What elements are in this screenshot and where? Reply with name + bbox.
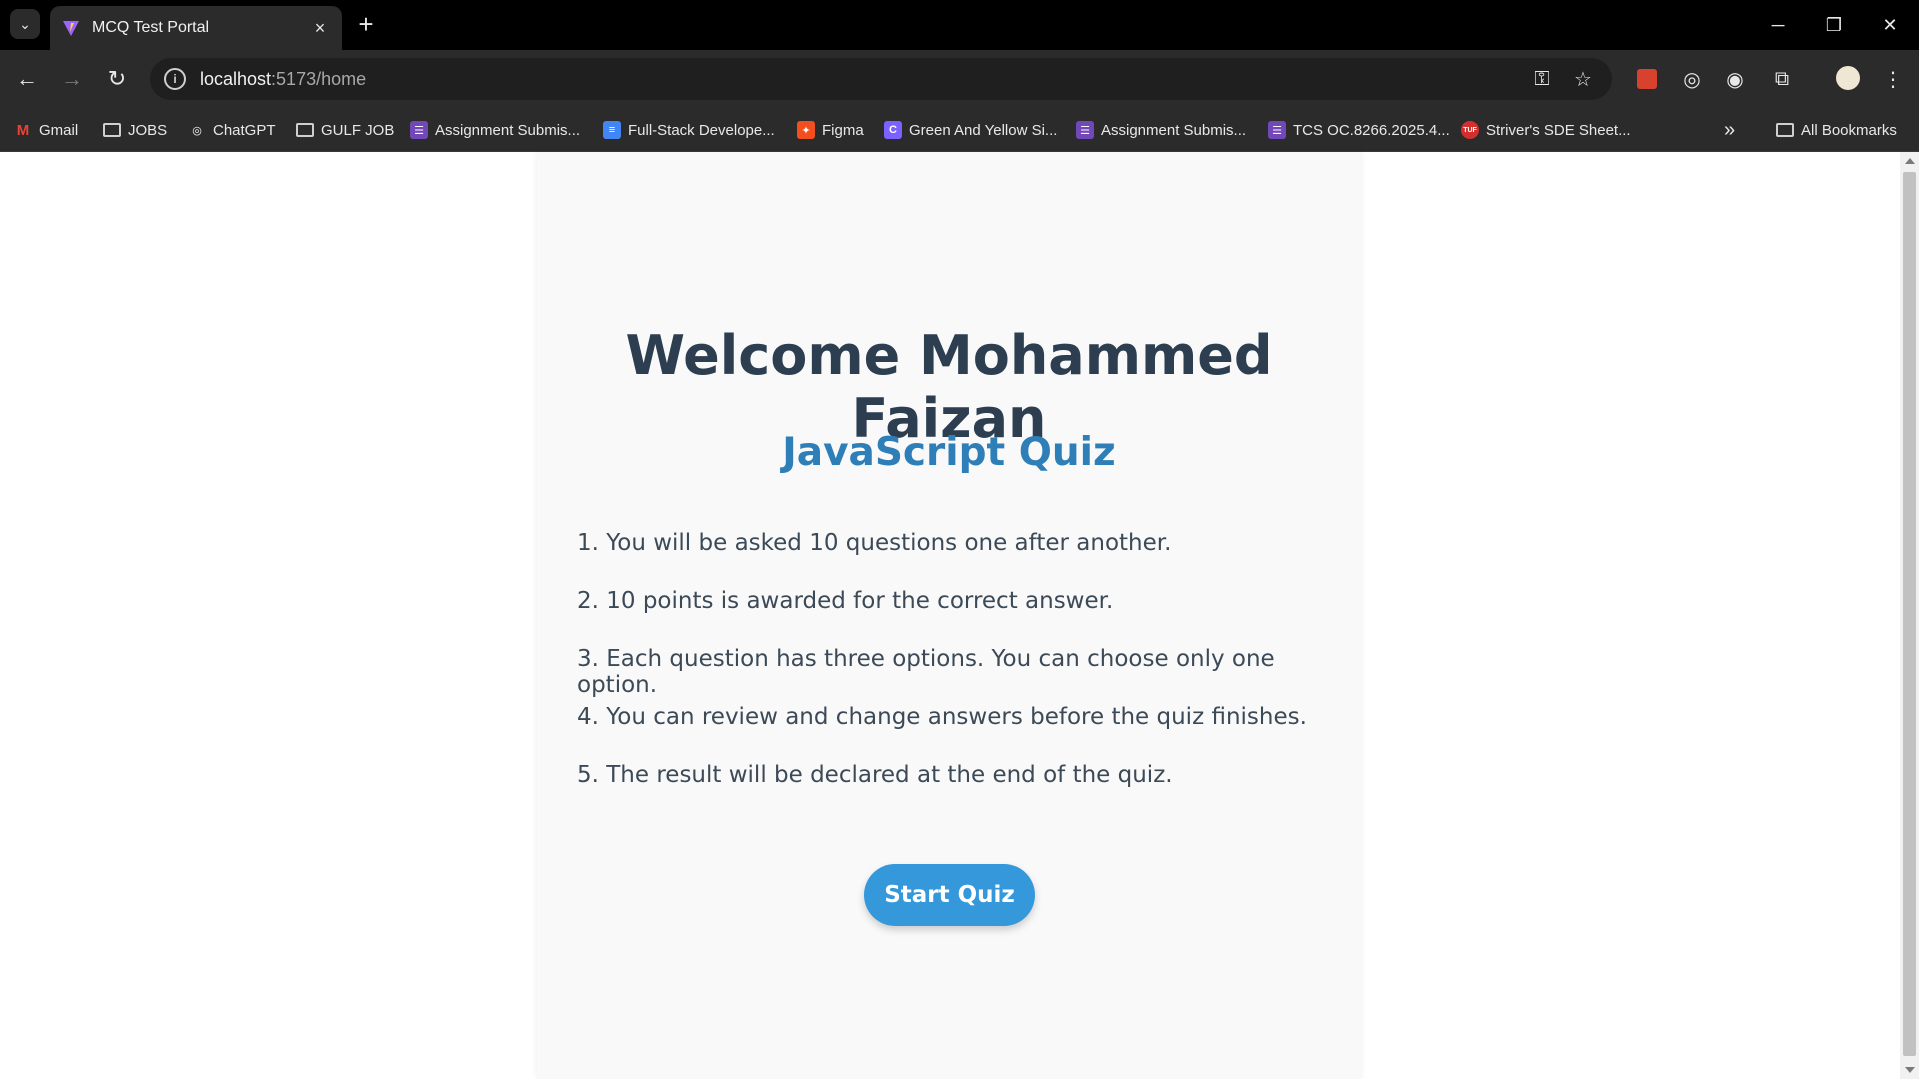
gmail-icon: M [16,121,30,139]
page-content: Welcome Mohammed Faizan JavaScript Quiz … [0,152,1900,1079]
toolbar: ← → ↻ i localhost:5173/home ⚿ ☆ ◎ ◉ ⧉ ⋮ [0,50,1919,108]
folder-icon [103,123,121,137]
bookmark-item[interactable]: M Gmail [14,118,78,142]
chatgpt-icon: ◎ [192,124,202,137]
active-tab[interactable]: MCQ Test Portal × [50,6,342,50]
url-path: :5173/home [271,68,367,89]
more-bookmarks-icon[interactable]: » [1724,118,1735,142]
reload-icon[interactable]: ↻ [100,62,134,96]
bookmark-label: Assignment Submis... [435,121,581,139]
bookmark-label: Figma [822,121,864,139]
forms-icon: ☰ [1076,121,1094,139]
folder-icon [1776,123,1794,137]
bookmark-item[interactable]: ☰ Assignment Submis... [1076,118,1246,142]
bookmark-item[interactable]: JOBS [103,118,167,142]
bookmark-label: JOBS [128,121,168,139]
extension-red-icon[interactable] [1630,62,1664,96]
extension-target-icon[interactable]: ◎ [1675,62,1709,96]
rule-item: 5. The result will be declared at the en… [577,762,1173,788]
vite-logo-icon [63,21,79,36]
tab-strip: ⌄ MCQ Test Portal × + ─ ❐ ✕ [0,0,1919,50]
bookmark-item[interactable]: GULF JOB [296,118,394,142]
bookmark-label: ChatGPT [213,121,276,139]
password-key-icon[interactable]: ⚿ [1527,64,1557,94]
bookmark-label: GULF JOB [321,121,395,139]
bookmark-item[interactable]: ✦ Figma [797,118,864,142]
start-quiz-button[interactable]: Start Quiz [864,864,1035,926]
bookmark-star-icon[interactable]: ☆ [1568,64,1598,94]
new-tab-button[interactable]: + [352,9,380,39]
bookmark-item[interactable]: ☰ Assignment Submis... [410,118,580,142]
menu-kebab-icon[interactable]: ⋮ [1876,62,1910,96]
rule-item: 3. Each question has three options. You … [577,646,1275,698]
bookmark-label: Assignment Submis... [1101,121,1247,139]
chevron-down-icon: ⌄ [19,15,31,32]
bookmark-item[interactable]: ≡ Full-Stack Develope... [603,118,775,142]
rule-item: 4. You can review and change answers bef… [577,704,1307,730]
folder-icon [296,123,314,137]
url-host: localhost [200,68,272,89]
tab-title: MCQ Test Portal [92,19,210,36]
quiz-card: Welcome Mohammed Faizan JavaScript Quiz … [537,152,1361,1079]
tab-search-button[interactable]: ⌄ [10,9,40,39]
close-window-icon[interactable]: ✕ [1862,0,1918,50]
bookmark-label: Full-Stack Develope... [628,121,775,139]
browser-chrome: ⌄ MCQ Test Portal × + ─ ❐ ✕ ← → ↻ i loca… [0,0,1919,152]
close-tab-icon[interactable]: × [310,18,330,38]
rule-item: 1. You will be asked 10 questions one af… [577,530,1172,556]
all-bookmarks-label: All Bookmarks [1801,121,1897,139]
rules-list: 1. You will be asked 10 questions one af… [577,530,1337,820]
canva-icon: C [884,121,902,139]
bookmark-item[interactable]: TUF Striver's SDE Sheet... [1461,118,1631,142]
quiz-title: JavaScript Quiz [782,430,1116,475]
bookmark-item[interactable]: C Green And Yellow Si... [884,118,1057,142]
scrollbar-thumb[interactable] [1903,172,1916,1056]
bookmark-label: Gmail [39,121,79,139]
docs-icon: ≡ [603,121,621,139]
forward-icon[interactable]: → [55,62,89,96]
forms-icon: ☰ [410,121,428,139]
minimize-icon[interactable]: ─ [1750,0,1806,50]
bookmark-label: Green And Yellow Si... [909,121,1058,139]
address-bar[interactable]: i localhost:5173/home [150,58,1612,100]
site-info-icon[interactable]: i [164,68,186,90]
bookmark-item[interactable]: ☰ TCS OC.8266.2025.4... [1268,118,1450,142]
bookmark-label: Striver's SDE Sheet... [1486,121,1631,139]
rule-item: 2. 10 points is awarded for the correct … [577,588,1114,614]
scroll-up-icon[interactable] [1905,158,1915,164]
extensions-puzzle-icon[interactable]: ⧉ [1765,62,1799,96]
extension-circle-icon[interactable]: ◉ [1718,62,1752,96]
tuf-icon: TUF [1461,121,1479,139]
figma-icon: ✦ [797,121,815,139]
bookmarks-bar: » All Bookmarks M Gmail JOBS ◎ ChatGPT GULF J… [0,108,1919,152]
restore-icon[interactable]: ❐ [1806,0,1862,50]
bookmark-label: TCS OC.8266.2025.4... [1293,121,1450,139]
back-icon[interactable]: ← [10,62,44,96]
profile-avatar[interactable] [1836,66,1860,90]
page-scrollbar[interactable] [1900,152,1919,1079]
bookmark-item[interactable]: ◎ ChatGPT [188,118,276,142]
forms-icon: ☰ [1268,121,1286,139]
all-bookmarks-button[interactable]: All Bookmarks [1776,118,1897,142]
scroll-down-icon[interactable] [1905,1067,1915,1073]
